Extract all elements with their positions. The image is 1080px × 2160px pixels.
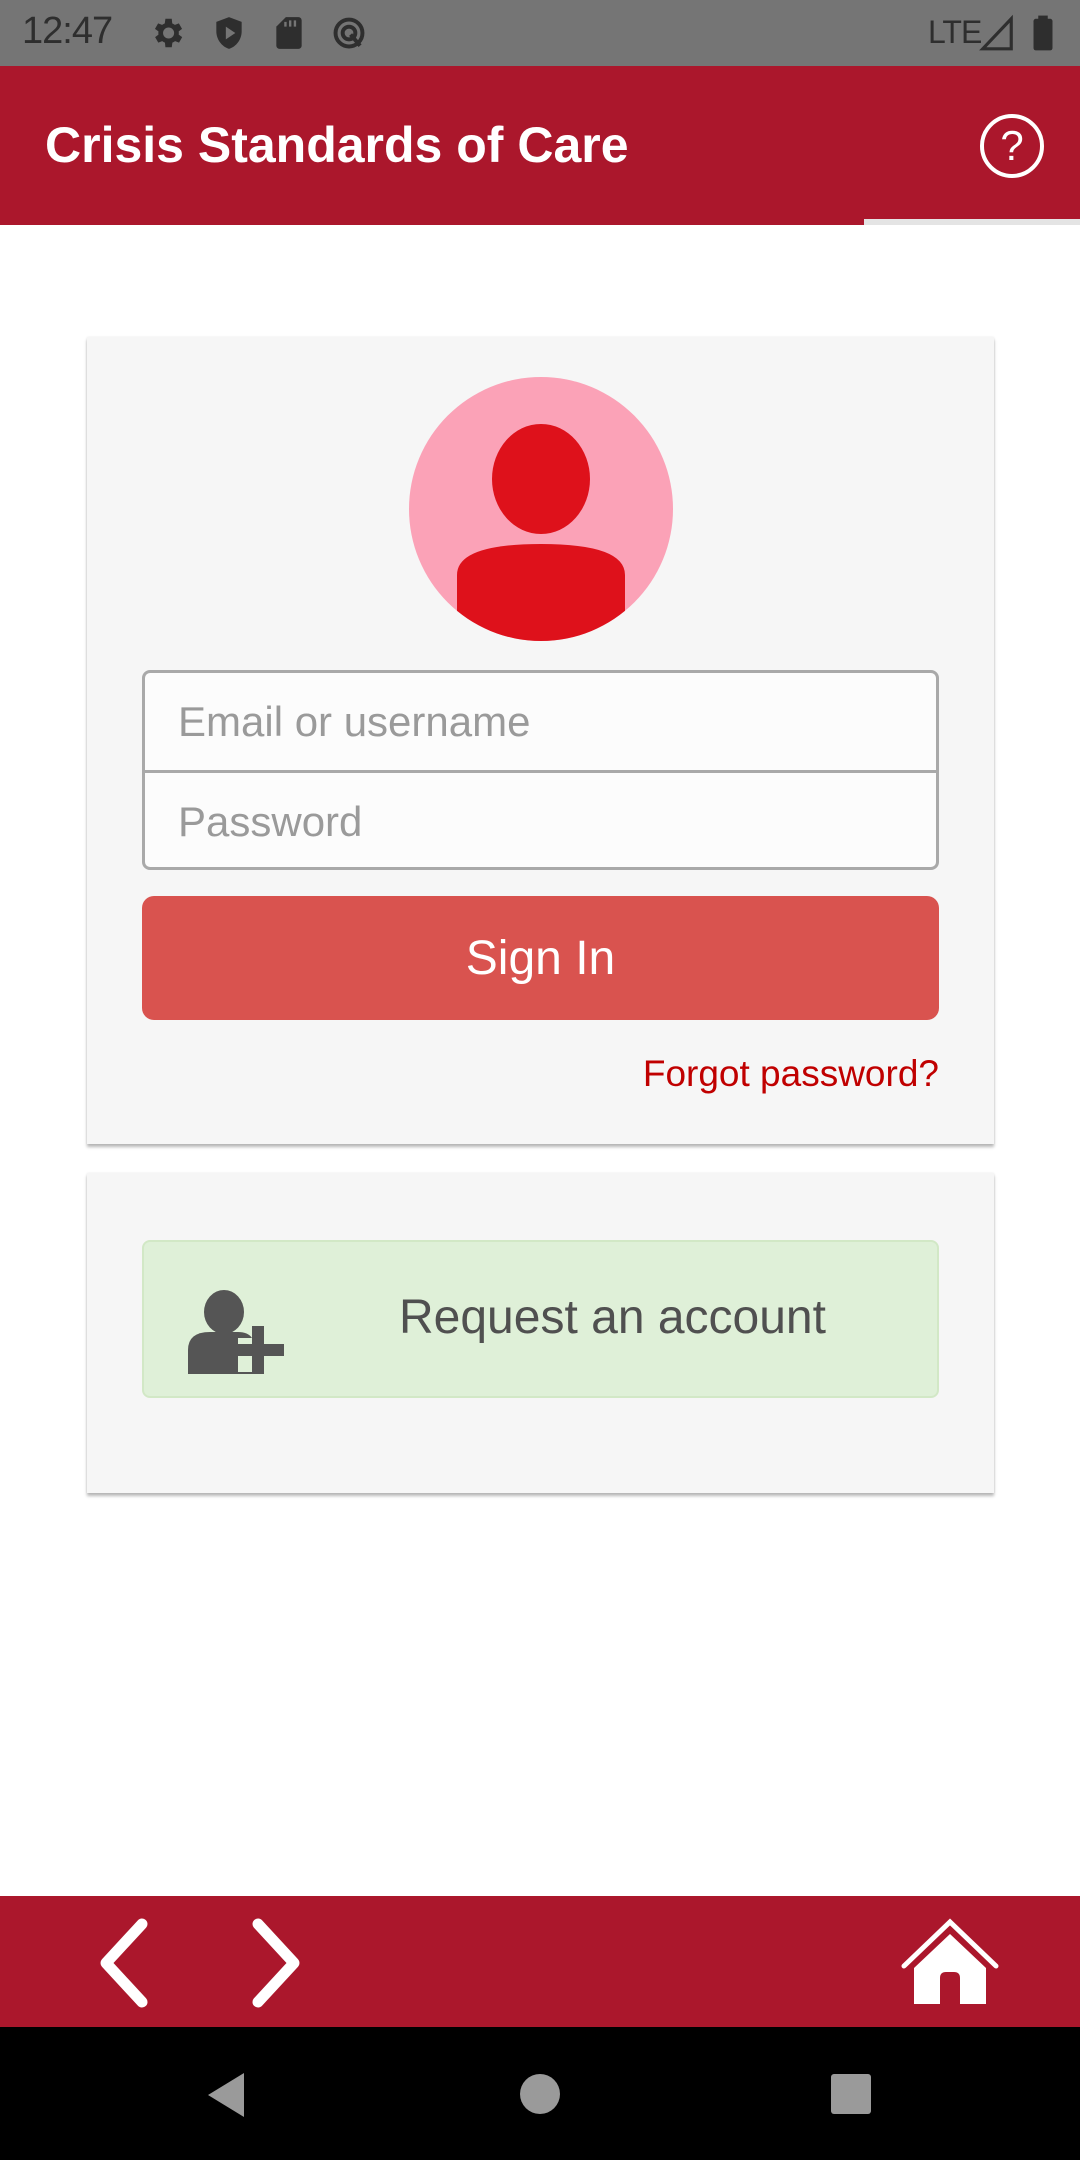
data-saver-icon [333, 17, 365, 49]
page-title: Crisis Standards of Care [45, 117, 629, 173]
status-time: 12:47 [22, 10, 113, 52]
user-avatar-icon [409, 377, 673, 641]
network-type: LTE [928, 14, 982, 50]
settings-icon [154, 18, 183, 48]
password-input[interactable] [145, 773, 936, 867]
chevron-left-icon[interactable] [90, 1918, 170, 2008]
nav-home-icon[interactable] [519, 2073, 561, 2115]
request-account-card: Request an account [87, 1173, 994, 1493]
signal-icon [979, 14, 1013, 51]
bottom-nav-bar [0, 1896, 1080, 2027]
forgot-password-link[interactable]: Forgot password? [643, 1053, 939, 1095]
user-plus-icon [188, 1290, 284, 1374]
nav-recents-icon[interactable] [830, 2073, 872, 2115]
help-circle-icon[interactable]: ? [978, 112, 1046, 180]
shield-play-icon [216, 17, 242, 49]
chevron-right-icon[interactable] [230, 1918, 310, 2008]
request-account-label: Request an account [399, 1291, 826, 1344]
sign-in-button[interactable]: Sign In [142, 896, 939, 1020]
status-bar: 12:47 LTE [0, 0, 1080, 66]
credentials-group [142, 670, 939, 870]
sd-card-icon [276, 17, 302, 49]
header-tab-indicator [864, 219, 1080, 225]
email-input[interactable] [145, 673, 936, 770]
svg-text:?: ? [1000, 122, 1023, 169]
battery-icon [1033, 15, 1053, 51]
nav-back-icon[interactable] [204, 2071, 248, 2119]
app-header: Crisis Standards of Care ? [0, 66, 1080, 225]
home-icon[interactable] [900, 1918, 1000, 2008]
login-card: Sign In Forgot password? [87, 337, 994, 1144]
request-account-button[interactable]: Request an account [142, 1240, 939, 1398]
system-nav-bar [0, 2027, 1080, 2160]
